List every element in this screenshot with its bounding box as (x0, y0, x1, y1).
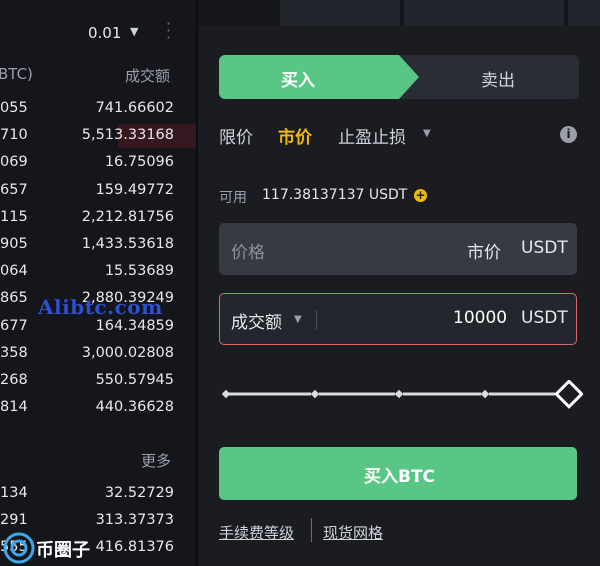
chevron-down-icon[interactable]: ▼ (423, 128, 431, 139)
amount-input-value[interactable]: 10000 (453, 308, 507, 328)
more-link[interactable]: 更多 (141, 450, 171, 471)
percent-slider[interactable] (219, 380, 583, 410)
order-row[interactable]: 055 741.66602 (0, 96, 196, 122)
order-row[interactable]: 134 32.52729 (0, 481, 196, 507)
order-price: 710 (0, 127, 28, 144)
link-divider (311, 518, 312, 542)
order-price: 677 (0, 317, 28, 334)
order-row[interactable]: 268 550.57945 (0, 368, 196, 394)
tab-more[interactable] (568, 0, 600, 26)
order-row[interactable]: 710 5,513.33168 (0, 123, 196, 149)
logo-watermark: 币圈子 (0, 530, 180, 566)
order-volume: 313.37373 (95, 512, 174, 529)
order-row[interactable]: 064 15.53689 (0, 259, 196, 285)
order-volume: 2,212.81756 (81, 208, 174, 225)
order-volume: 32.52729 (104, 485, 174, 501)
order-volume: 3,000.02808 (81, 344, 174, 361)
order-row[interactable]: 358 3,000.02808 (0, 341, 196, 367)
buy-sell-toggle: 买入 卖出 (219, 55, 579, 99)
submit-buy-label: 买入BTC (364, 467, 436, 487)
order-price: 115 (0, 208, 28, 225)
order-volume: 741.66602 (95, 100, 174, 116)
price-placeholder: 价格 (231, 243, 265, 263)
logo-icon (3, 532, 35, 564)
available-balance: 117.38137137 USDT (262, 187, 408, 203)
order-price: 268 (0, 372, 28, 388)
order-price: 064 (0, 263, 28, 280)
order-book: 0.01 ▼ · · · BTC) 成交额 055 741.66602 710 5,513… (0, 0, 196, 566)
price-field[interactable]: 价格 市价 USDT (219, 223, 577, 275)
tab-isolated[interactable] (404, 0, 564, 26)
order-price: 069 (0, 154, 28, 171)
order-row[interactable]: 905 1,433.53618 (0, 232, 196, 258)
order-type-market[interactable]: 市价 (278, 123, 312, 148)
order-volume: 1,433.53618 (81, 236, 174, 252)
order-row[interactable]: 115 2,212.81756 (0, 205, 196, 231)
chevron-down-icon[interactable]: ▼ (294, 314, 302, 325)
spot-grid-link[interactable]: 现货网格 (323, 522, 383, 543)
available-label: 可用 (219, 190, 247, 206)
order-volume: 5,513.33168 (81, 127, 174, 144)
order-row[interactable]: 069 16.75096 (0, 150, 196, 176)
order-price: 134 (0, 485, 28, 501)
chevron-down-icon[interactable]: ▼ (130, 25, 138, 38)
submit-buy-button[interactable]: 买入BTC (219, 447, 577, 500)
order-type-limit[interactable]: 限价 (219, 123, 253, 148)
fee-level-link[interactable]: 手续费等级 (219, 522, 294, 543)
sell-tab-label: 卖出 (481, 71, 515, 91)
order-volume: 16.75096 (104, 154, 174, 171)
buy-tab[interactable] (219, 55, 419, 99)
order-price: 865 (0, 290, 28, 307)
field-separator (316, 310, 317, 330)
order-row[interactable]: 814 440.36628 (0, 395, 196, 421)
order-type-stop[interactable]: 止盈止损 (338, 123, 406, 148)
order-row[interactable]: 657 159.49772 (0, 178, 196, 204)
trade-panel: 买入 卖出 限价 市价 止盈止损 ▼ i 可用 117.38137137 USD… (198, 0, 600, 566)
column-header-price: BTC) (0, 65, 33, 83)
logo-text: 币圈子 (36, 540, 90, 561)
order-price: 291 (0, 512, 28, 529)
order-price: 905 (0, 236, 28, 252)
price-unit: USDT (521, 238, 568, 258)
order-price: 814 (0, 399, 28, 416)
precision-select-value[interactable]: 0.01 (88, 24, 121, 42)
order-volume: 550.57945 (95, 372, 174, 388)
amount-field[interactable]: 成交额 ▼ 10000 USDT (219, 293, 577, 345)
order-volume: 15.53689 (104, 263, 174, 280)
buy-tab-label: 买入 (281, 71, 315, 91)
order-volume: 159.49772 (95, 181, 174, 198)
amount-unit: USDT (521, 308, 568, 328)
site-watermark: Alibtc.com (38, 295, 163, 319)
tab-cross[interactable] (280, 0, 400, 26)
order-price: 358 (0, 344, 28, 361)
price-market-value: 市价 (467, 243, 501, 263)
order-price: 657 (0, 181, 28, 198)
amount-type-label[interactable]: 成交额 (231, 308, 282, 333)
info-icon[interactable]: i (560, 126, 577, 143)
order-price: 055 (0, 100, 28, 116)
more-vertical-icon[interactable]: · · · (166, 16, 171, 46)
column-header-volume: 成交额 (125, 67, 171, 85)
deposit-plus-icon[interactable]: + (414, 189, 427, 202)
order-volume: 164.34859 (95, 317, 174, 334)
account-tabs (198, 0, 600, 26)
order-volume: 440.36628 (95, 399, 174, 416)
